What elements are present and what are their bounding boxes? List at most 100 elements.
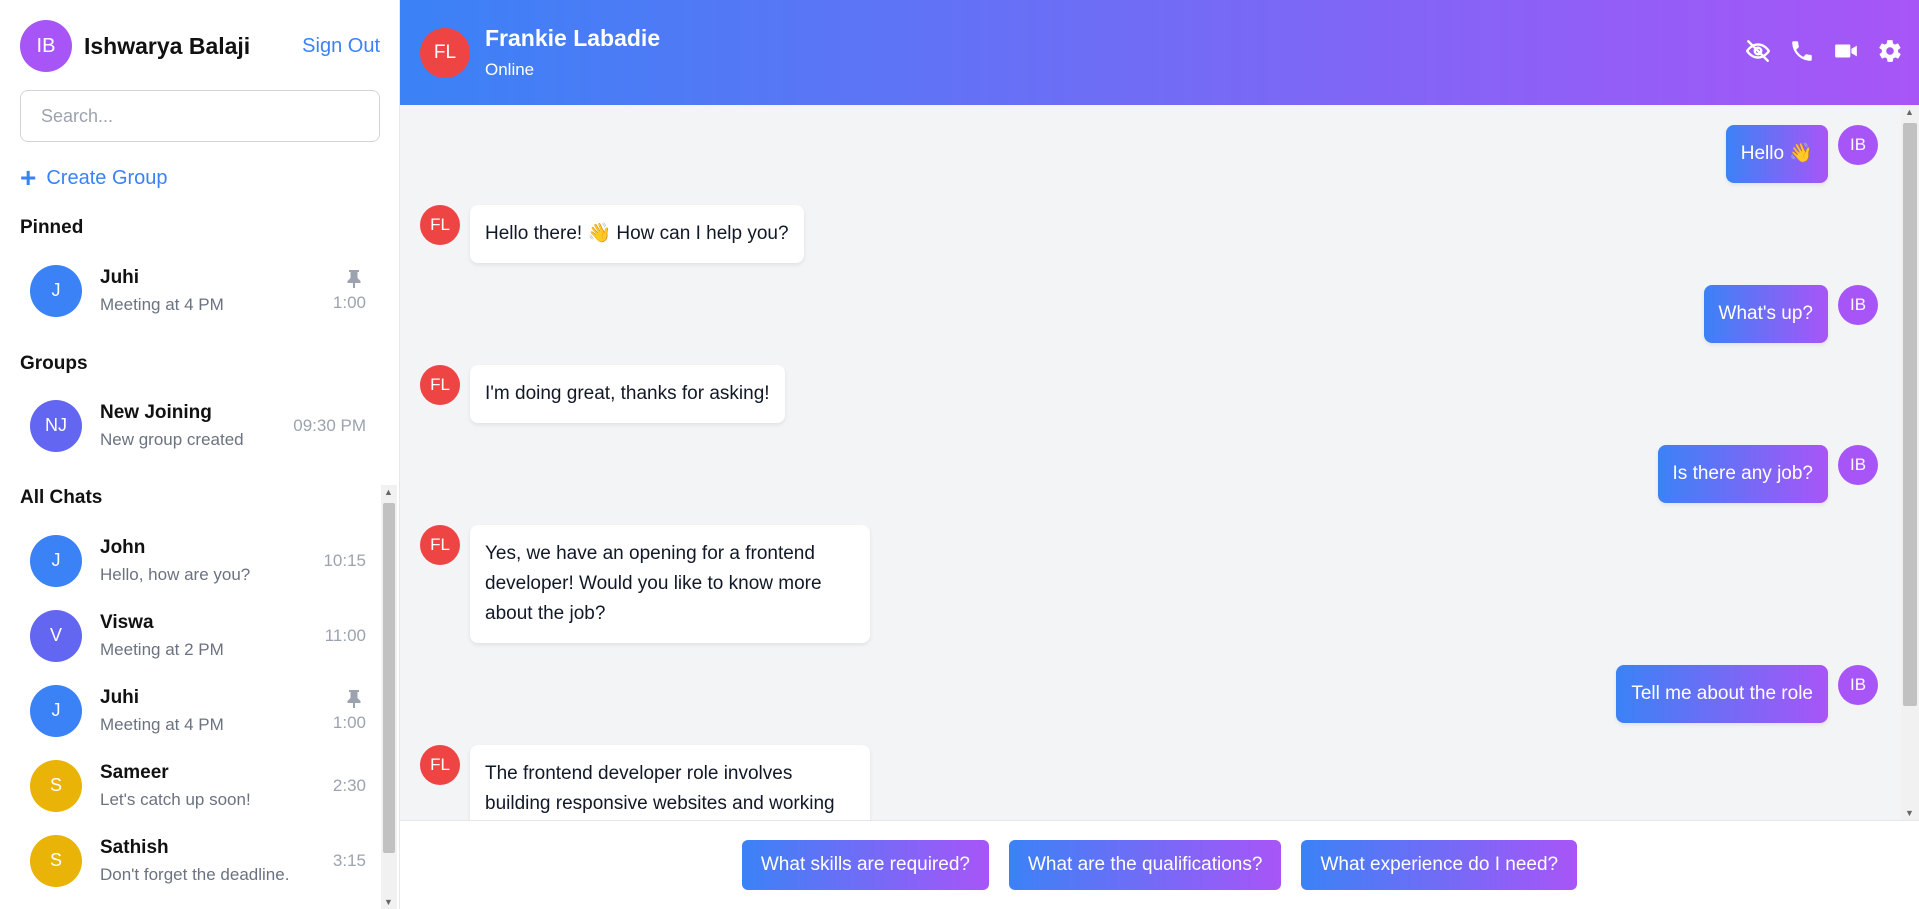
chat-time: 1:00 (332, 292, 366, 312)
video-icon[interactable] (1833, 38, 1859, 64)
chat-info: Sathish Don't forget the deadline. (100, 837, 333, 885)
chat-item-juhi[interactable]: J Juhi Meeting at 4 PM 1:00 (20, 673, 380, 748)
chat-item-john[interactable]: J John Hello, how are you? 10:15 (20, 523, 380, 598)
chat-scrollbar[interactable]: ▲ ▼ (1901, 105, 1919, 820)
suggestion-button-experience[interactable]: What experience do I need? (1301, 840, 1578, 890)
suggestion-bar: What skills are required? What are the q… (400, 820, 1919, 909)
groups-section-title: Groups (20, 353, 88, 374)
chat-avatar: J (30, 684, 82, 737)
chat-time: 10:15 (323, 550, 366, 570)
message-incoming: FL I'm doing great, thanks for asking! (420, 365, 785, 423)
sidebar-scrollbar[interactable]: ▲ ▼ (381, 485, 397, 909)
message-outgoing: Hello 👋 IB (1725, 125, 1878, 183)
message-bubble: I'm doing great, thanks for asking! (470, 365, 785, 423)
group-avatar: NJ (30, 399, 82, 452)
message-incoming: FL The frontend developer role involves … (420, 745, 870, 820)
message-bubble: What's up? (1703, 285, 1828, 343)
chat-time: 3:15 (332, 850, 366, 870)
chat-name: Sathish (100, 836, 169, 858)
message-avatar: FL (420, 745, 460, 785)
chat-preview: Don't forget the deadline. (100, 864, 290, 884)
chat-meta: 09:30 PM (293, 416, 380, 436)
phone-icon[interactable] (1789, 38, 1815, 64)
message-avatar: FL (420, 365, 460, 405)
create-group-button[interactable]: + Create Group (20, 164, 168, 192)
gear-icon[interactable] (1877, 38, 1903, 64)
search-input[interactable] (20, 90, 380, 142)
chat-panel: FL Frankie Labadie Online Hello 👋 IB FL … (400, 0, 1919, 909)
chat-avatar: S (30, 759, 82, 812)
pinned-chat-item[interactable]: J Juhi Meeting at 4 PM 1:00 (20, 253, 380, 328)
scroll-up-arrow-icon[interactable]: ▲ (1905, 107, 1914, 117)
chat-name: Sameer (100, 761, 169, 783)
chat-meta: 2:30 (333, 776, 380, 796)
chat-avatar: S (30, 834, 82, 887)
message-avatar: IB (1838, 285, 1878, 325)
header-actions (1745, 38, 1903, 64)
chat-meta: 1:00 (333, 269, 380, 313)
scroll-up-arrow-icon[interactable]: ▲ (384, 487, 393, 497)
chat-name: Juhi (100, 686, 140, 708)
message-bubble: Hello 👋 (1725, 125, 1828, 183)
sign-out-button[interactable]: Sign Out (302, 35, 380, 58)
chat-info: Juhi Meeting at 4 PM (100, 267, 333, 315)
chat-name: John (100, 536, 146, 558)
chat-info: Viswa Meeting at 2 PM (100, 612, 325, 660)
message-list: Hello 👋 IB FL Hello there! 👋 How can I h… (400, 105, 1900, 820)
chat-preview: Meeting at 4 PM (100, 294, 224, 314)
chat-item-viswa[interactable]: V Viswa Meeting at 2 PM 11:00 (20, 598, 380, 673)
contact-name: Frankie Labadie (485, 25, 661, 51)
chat-preview: Meeting at 2 PM (100, 639, 224, 659)
plus-icon: + (20, 162, 37, 193)
eye-off-icon[interactable] (1745, 38, 1771, 64)
sidebar: IB Ishwarya Balaji Sign Out + Create Gro… (0, 0, 400, 909)
chat-item-sameer[interactable]: S Sameer Let's catch up soon! 2:30 (20, 748, 380, 823)
message-outgoing: Is there any job? IB (1657, 445, 1878, 503)
chat-app: IB Ishwarya Balaji Sign Out + Create Gro… (0, 0, 1919, 909)
message-bubble: Yes, we have an opening for a frontend d… (470, 525, 870, 643)
scroll-down-arrow-icon[interactable]: ▼ (384, 897, 393, 907)
message-bubble: Tell me about the role (1616, 665, 1828, 723)
message-outgoing: What's up? IB (1703, 285, 1878, 343)
chat-info: New Joining New group created (100, 402, 293, 450)
all-chats-section-title: All Chats (20, 487, 103, 508)
chat-time: 09:30 PM (293, 415, 366, 435)
suggestion-button-qualifications[interactable]: What are the qualifications? (1008, 840, 1282, 890)
contact-avatar: FL (420, 27, 470, 78)
message-avatar: IB (1838, 665, 1878, 705)
message-outgoing: Tell me about the role IB (1616, 665, 1878, 723)
pin-icon (347, 269, 361, 288)
group-chat-item[interactable]: NJ New Joining New group created 09:30 P… (20, 388, 380, 463)
scroll-down-arrow-icon[interactable]: ▼ (1905, 808, 1914, 818)
chat-info: Sameer Let's catch up soon! (100, 762, 333, 810)
chat-time: 1:00 (332, 712, 366, 732)
message-bubble: The frontend developer role involves bui… (470, 745, 870, 820)
chat-name: Viswa (100, 611, 154, 633)
chat-preview: New group created (100, 429, 244, 449)
chat-meta: 10:15 (323, 551, 380, 571)
chat-info: John Hello, how are you? (100, 537, 323, 585)
suggestion-button-skills[interactable]: What skills are required? (741, 840, 989, 890)
current-user-avatar: IB (20, 20, 72, 72)
chat-avatar: J (30, 534, 82, 587)
chat-scrollbar-thumb[interactable] (1903, 123, 1917, 706)
chat-preview: Hello, how are you? (100, 564, 251, 584)
chat-header: FL Frankie Labadie Online (400, 0, 1919, 105)
message-bubble: Is there any job? (1657, 445, 1828, 503)
sidebar-scrollbar-thumb[interactable] (383, 503, 395, 853)
message-avatar: FL (420, 205, 460, 245)
chat-name: New Joining (100, 401, 212, 423)
message-avatar: FL (420, 525, 460, 565)
pinned-section-title: Pinned (20, 217, 84, 238)
chat-meta: 3:15 (333, 851, 380, 871)
create-group-label: Create Group (46, 166, 168, 189)
chat-time: 2:30 (332, 775, 366, 795)
message-avatar: IB (1838, 445, 1878, 485)
contact-status: Online (485, 60, 535, 79)
contact-info: Frankie Labadie Online (485, 25, 660, 80)
chat-item-sathish[interactable]: S Sathish Don't forget the deadline. 3:1… (20, 823, 380, 898)
chat-time: 11:00 (324, 625, 366, 645)
chat-preview: Meeting at 4 PM (100, 714, 224, 734)
pin-icon (347, 689, 361, 708)
chat-meta: 1:00 (333, 689, 380, 733)
